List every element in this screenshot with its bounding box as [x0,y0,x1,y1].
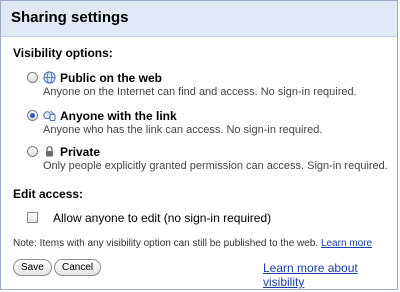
radio-anyone-with-link[interactable] [27,110,38,121]
globe-icon [43,71,56,84]
visibility-note: Note: Items with any visibility option c… [13,238,372,249]
radio-private[interactable] [27,146,38,157]
option-desc-private: Only people explicitly granted permissio… [43,160,388,172]
save-button[interactable]: Save [13,259,52,276]
learn-more-link[interactable]: Learn more [321,238,372,249]
dialog-titlebar: Sharing settings [1,1,397,37]
option-label-private: Private [60,145,101,159]
allow-edit-label[interactable]: Allow anyone to edit (no sign-in require… [53,211,271,225]
allow-edit-checkbox[interactable] [27,212,38,223]
radio-public[interactable] [27,72,38,83]
visibility-option-anyone-with-link[interactable]: Anyone with the link Anyone who has the … [27,109,387,143]
link-icon [43,109,56,122]
note-text: Note: Items with any visibility option c… [13,238,319,249]
option-label-anyone-with-link: Anyone with the link [60,109,177,123]
lock-icon [43,145,56,158]
cancel-button[interactable]: Cancel [54,259,102,276]
option-desc-public: Anyone on the Internet can find and acce… [43,86,357,98]
option-label-public: Public on the web [60,71,163,85]
visibility-option-private[interactable]: Private Only people explicitly granted p… [27,145,388,179]
visibility-option-public[interactable]: Public on the web Anyone on the Internet… [27,71,387,105]
sharing-settings-dialog: Sharing settings Visibility options: Pub… [0,0,398,290]
dialog-title: Sharing settings [11,9,129,26]
learn-more-about-visibility-link[interactable]: Learn more about visibility [263,261,397,289]
edit-access-label: Edit access: [13,187,84,201]
visibility-options-label: Visibility options: [13,46,113,60]
option-desc-anyone-with-link: Anyone who has the link can access. No s… [43,124,323,136]
